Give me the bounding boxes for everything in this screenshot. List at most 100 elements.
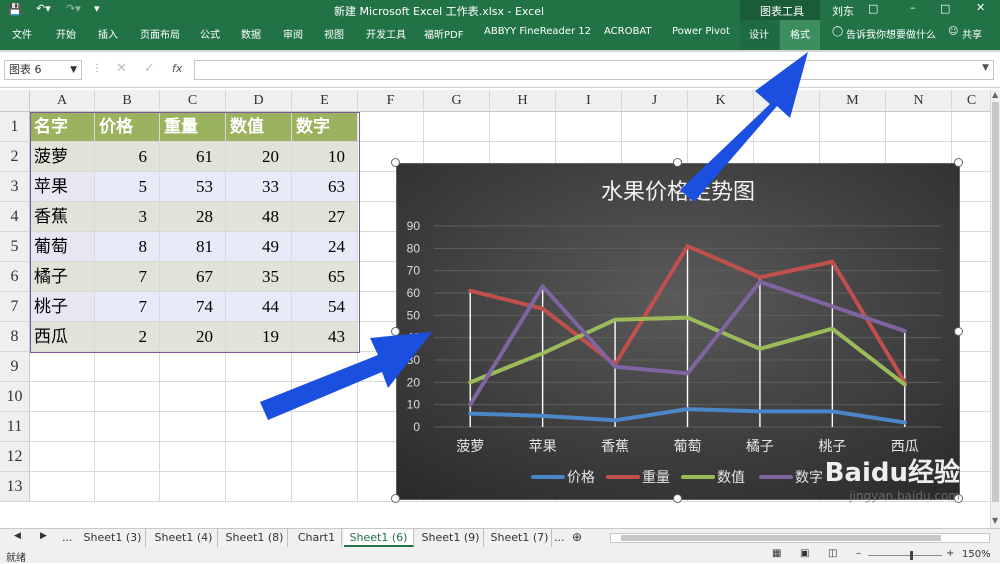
table-cell[interactable]: 28: [160, 202, 226, 232]
row-header[interactable]: 8: [0, 322, 30, 352]
page-layout-view-icon[interactable]: ▣: [800, 548, 809, 559]
empty-cell[interactable]: [292, 412, 358, 442]
empty-cell[interactable]: [30, 472, 95, 502]
empty-cell[interactable]: [358, 112, 424, 142]
add-sheet-icon[interactable]: ⊕: [572, 530, 582, 544]
empty-cell[interactable]: [886, 112, 952, 142]
table-cell[interactable]: 19: [226, 322, 292, 352]
tab-abbyy[interactable]: ABBYY FineReader 12: [484, 26, 591, 37]
table-cell[interactable]: 6: [95, 142, 160, 172]
empty-cell[interactable]: [95, 442, 160, 472]
tab-data[interactable]: 数据: [241, 26, 261, 41]
chart-title[interactable]: 水果价格走势图: [601, 180, 755, 205]
table-cell[interactable]: 35: [226, 262, 292, 292]
column-header[interactable]: D: [226, 90, 292, 112]
scroll-down-icon[interactable]: ▼: [992, 516, 998, 525]
tab-foxit-pdf[interactable]: 福昕PDF: [424, 26, 463, 41]
tab-view[interactable]: 视图: [324, 26, 344, 41]
ribbon-display-icon[interactable]: □: [868, 2, 878, 15]
cancel-icon[interactable]: ✕: [116, 61, 127, 76]
table-cell[interactable]: 葡萄: [30, 232, 95, 262]
empty-cell[interactable]: [490, 112, 556, 142]
zoom-slider-thumb[interactable]: [910, 551, 913, 560]
resize-handle[interactable]: [673, 158, 682, 167]
row-header[interactable]: 2: [0, 142, 30, 172]
column-header[interactable]: I: [556, 90, 622, 112]
tell-me-input[interactable]: 告诉我你想要做什么: [846, 26, 936, 41]
tab-insert[interactable]: 插入: [98, 26, 118, 41]
resize-handle[interactable]: [673, 494, 682, 503]
row-header[interactable]: 10: [0, 382, 30, 412]
column-header[interactable]: H: [490, 90, 556, 112]
horizontal-scrollbar[interactable]: [610, 533, 990, 543]
sheet-tab[interactable]: Sheet1 (4): [150, 529, 218, 547]
scroll-up-icon[interactable]: ▲: [992, 90, 998, 99]
column-header[interactable]: F: [358, 90, 424, 112]
table-header-cell[interactable]: 重量: [160, 112, 226, 142]
chevron-down-icon[interactable]: ▼: [70, 61, 77, 79]
next-sheet-icon[interactable]: ▶: [40, 531, 47, 541]
table-cell[interactable]: 20: [226, 142, 292, 172]
table-cell[interactable]: 27: [292, 202, 358, 232]
maximize-icon[interactable]: □: [940, 2, 950, 15]
column-header[interactable]: J: [622, 90, 688, 112]
table-header-cell[interactable]: 名字: [30, 112, 95, 142]
table-cell[interactable]: 20: [160, 322, 226, 352]
user-name[interactable]: 刘东: [832, 3, 854, 19]
tab-power-pivot[interactable]: Power Pivot: [672, 26, 730, 37]
empty-cell[interactable]: [556, 112, 622, 142]
empty-cell[interactable]: [226, 382, 292, 412]
empty-cell[interactable]: [688, 112, 754, 142]
vertical-scrollbar[interactable]: ▲ ▼: [990, 90, 1000, 528]
column-header[interactable]: C: [952, 90, 990, 112]
empty-cell[interactable]: [226, 352, 292, 382]
column-header[interactable]: G: [424, 90, 490, 112]
h-scroll-thumb[interactable]: [621, 535, 941, 541]
empty-cell[interactable]: [226, 412, 292, 442]
tab-design[interactable]: 设计: [749, 26, 769, 41]
table-cell[interactable]: 81: [160, 232, 226, 262]
tab-page-layout[interactable]: 页面布局: [140, 26, 180, 41]
zoom-in-icon[interactable]: +: [946, 548, 954, 559]
row-header[interactable]: 7: [0, 292, 30, 322]
zoom-slider[interactable]: [868, 551, 942, 560]
empty-cell[interactable]: [30, 382, 95, 412]
row-header[interactable]: 12: [0, 442, 30, 472]
table-cell[interactable]: 菠萝: [30, 142, 95, 172]
redo-icon[interactable]: ↷▾: [66, 2, 81, 15]
table-cell[interactable]: 53: [160, 172, 226, 202]
row-header[interactable]: 5: [0, 232, 30, 262]
row-header[interactable]: 9: [0, 352, 30, 382]
empty-cell[interactable]: [292, 472, 358, 502]
page-break-view-icon[interactable]: ◫: [828, 548, 837, 559]
empty-cell[interactable]: [820, 112, 886, 142]
resize-handle[interactable]: [954, 494, 963, 503]
table-cell[interactable]: 2: [95, 322, 160, 352]
undo-icon[interactable]: ↶▾: [36, 2, 51, 15]
tab-file[interactable]: 文件: [12, 26, 32, 41]
empty-cell[interactable]: [30, 352, 95, 382]
zoom-level[interactable]: 150%: [962, 549, 991, 560]
empty-cell[interactable]: [160, 412, 226, 442]
row-header[interactable]: 6: [0, 262, 30, 292]
empty-cell[interactable]: [226, 442, 292, 472]
table-cell[interactable]: 苹果: [30, 172, 95, 202]
formula-input[interactable]: ▼: [194, 60, 994, 80]
zoom-out-icon[interactable]: –: [856, 548, 861, 559]
sheet-tab-active[interactable]: Sheet1 (6): [344, 529, 414, 547]
tab-format[interactable]: 格式: [790, 26, 810, 41]
chart-object[interactable]: 水果价格走势图 0 10 20 30 40 50 60 70 80 90 菠萝 苹果 香蕉 葡萄 橘子 桃子…: [391, 158, 963, 503]
table-cell[interactable]: 33: [226, 172, 292, 202]
empty-cell[interactable]: [95, 352, 160, 382]
table-cell[interactable]: 7: [95, 262, 160, 292]
table-cell[interactable]: 10: [292, 142, 358, 172]
row-header[interactable]: 13: [0, 472, 30, 502]
insert-function-button[interactable]: fx: [172, 62, 182, 75]
table-cell[interactable]: 桃子: [30, 292, 95, 322]
empty-cell[interactable]: [754, 112, 820, 142]
empty-cell[interactable]: [160, 442, 226, 472]
empty-cell[interactable]: [622, 112, 688, 142]
column-header[interactable]: L: [754, 90, 820, 112]
expand-formula-icon[interactable]: ▼: [982, 63, 989, 73]
name-box[interactable]: 图表 6 ▼: [4, 60, 82, 80]
